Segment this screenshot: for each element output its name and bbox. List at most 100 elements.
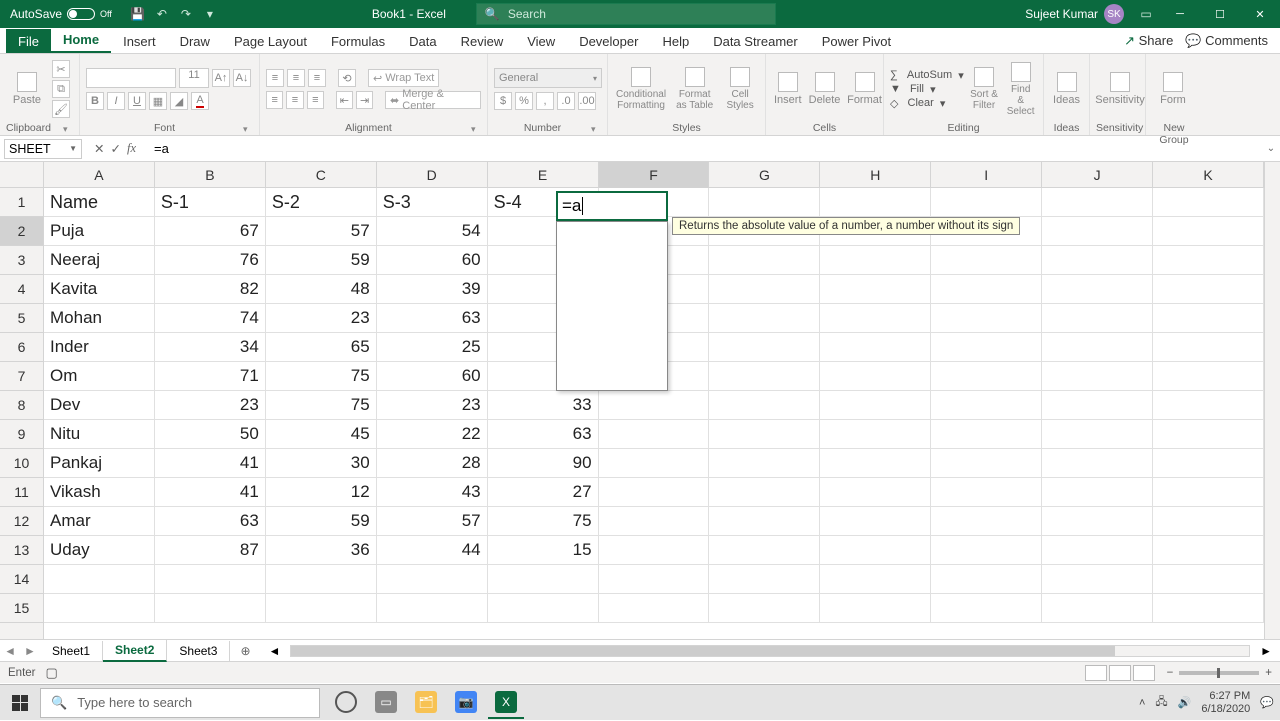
cell-F12[interactable] — [599, 507, 710, 536]
cell-K11[interactable] — [1153, 478, 1264, 507]
cell-K14[interactable] — [1153, 565, 1264, 594]
cell-B6[interactable]: 34 — [155, 333, 266, 362]
row-header-6[interactable]: 6 — [0, 333, 43, 362]
cell-B3[interactable]: 76 — [155, 246, 266, 275]
cell-H1[interactable] — [820, 188, 931, 217]
clipboard-dialog-icon[interactable]: ▾ — [63, 124, 73, 134]
cell-C7[interactable]: 75 — [266, 362, 377, 391]
cell-J13[interactable] — [1042, 536, 1153, 565]
cell-J14[interactable] — [1042, 565, 1153, 594]
cell-J4[interactable] — [1042, 275, 1153, 304]
close-button[interactable]: ✕ — [1240, 0, 1280, 28]
fill-color-icon[interactable]: ◢ — [170, 92, 188, 110]
cell-G10[interactable] — [709, 449, 820, 478]
col-header-B[interactable]: B — [155, 162, 266, 188]
ribbon-display-icon[interactable]: ▭ — [1138, 6, 1154, 22]
cell-D10[interactable]: 28 — [377, 449, 488, 478]
sheet-nav[interactable]: ◄► — [0, 644, 40, 658]
cell-J3[interactable] — [1042, 246, 1153, 275]
font-color-icon[interactable]: A — [191, 92, 209, 110]
cell-F14[interactable] — [599, 565, 710, 594]
row-header-2[interactable]: 2 — [0, 217, 43, 246]
cell-I15[interactable] — [931, 594, 1042, 623]
italic-icon[interactable]: I — [107, 92, 125, 110]
cell-F13[interactable] — [599, 536, 710, 565]
underline-icon[interactable]: U — [128, 92, 146, 110]
cell-G12[interactable] — [709, 507, 820, 536]
cell-H4[interactable] — [820, 275, 931, 304]
cell-I14[interactable] — [931, 565, 1042, 594]
font-name-select[interactable] — [86, 68, 176, 88]
col-header-F[interactable]: F — [599, 162, 710, 188]
cell-I7[interactable] — [931, 362, 1042, 391]
grow-font-icon[interactable]: A↑ — [212, 69, 230, 87]
cell-E12[interactable]: 75 — [488, 507, 599, 536]
cell-K3[interactable] — [1153, 246, 1264, 275]
cell-J2[interactable] — [1042, 217, 1153, 246]
format-painter-icon[interactable]: 🖌 — [52, 100, 70, 118]
cell-A2[interactable]: Puja — [44, 217, 155, 246]
view-normal-icon[interactable] — [1085, 665, 1107, 681]
cell-I4[interactable] — [931, 275, 1042, 304]
tray-chevron-icon[interactable]: ˄ — [1139, 697, 1145, 709]
cell-D1[interactable]: S-3 — [377, 188, 488, 217]
cell-G14[interactable] — [709, 565, 820, 594]
autosum-button[interactable]: ∑ AutoSum ▾ — [890, 69, 964, 82]
tray-sound-icon[interactable]: 🔊 — [1178, 696, 1192, 709]
row-header-8[interactable]: 8 — [0, 391, 43, 420]
row-header-1[interactable]: 1 — [0, 188, 43, 217]
align-left-icon[interactable]: ≡ — [266, 91, 283, 109]
cell-I11[interactable] — [931, 478, 1042, 507]
maximize-button[interactable]: ☐ — [1200, 0, 1240, 28]
cell-C14[interactable] — [266, 565, 377, 594]
bold-icon[interactable]: B — [86, 92, 104, 110]
cell-I13[interactable] — [931, 536, 1042, 565]
view-page-icon[interactable] — [1109, 665, 1131, 681]
macro-record-icon[interactable]: ▢ — [46, 665, 58, 681]
alignment-dialog-icon[interactable]: ▾ — [471, 124, 481, 134]
cell-G3[interactable] — [709, 246, 820, 275]
tab-formulas[interactable]: Formulas — [319, 29, 397, 53]
cell-F11[interactable] — [599, 478, 710, 507]
format-as-table-button[interactable]: Format as Table — [672, 65, 717, 113]
cell-H13[interactable] — [820, 536, 931, 565]
notifications-icon[interactable]: 💬 — [1260, 696, 1274, 709]
tab-data-streamer[interactable]: Data Streamer — [701, 29, 810, 53]
row-header-15[interactable]: 15 — [0, 594, 43, 623]
insert-cells-button[interactable]: Insert — [772, 70, 804, 108]
orientation-icon[interactable]: ⟲ — [338, 69, 356, 87]
align-middle-icon[interactable]: ≡ — [287, 69, 305, 87]
scroll-left-icon[interactable]: ◄ — [269, 644, 281, 658]
tab-page-layout[interactable]: Page Layout — [222, 29, 319, 53]
cell-C15[interactable] — [266, 594, 377, 623]
form-button[interactable]: Form — [1152, 70, 1194, 108]
cell-B12[interactable]: 63 — [155, 507, 266, 536]
currency-icon[interactable]: $ — [494, 92, 512, 110]
cell-B14[interactable] — [155, 565, 266, 594]
cell-J11[interactable] — [1042, 478, 1153, 507]
fx-icon[interactable]: fx — [127, 141, 142, 156]
cell-A4[interactable]: Kavita — [44, 275, 155, 304]
cell-I5[interactable] — [931, 304, 1042, 333]
cell-B10[interactable]: 41 — [155, 449, 266, 478]
cell-K15[interactable] — [1153, 594, 1264, 623]
percent-icon[interactable]: % — [515, 92, 533, 110]
cell-J8[interactable] — [1042, 391, 1153, 420]
cell-B8[interactable]: 23 — [155, 391, 266, 420]
cell-A15[interactable] — [44, 594, 155, 623]
cell-H8[interactable] — [820, 391, 931, 420]
taskbar-clock[interactable]: 6:27 PM6/18/2020 — [1201, 690, 1250, 714]
cell-I6[interactable] — [931, 333, 1042, 362]
cell-G11[interactable] — [709, 478, 820, 507]
scroll-right-icon[interactable]: ► — [1260, 644, 1272, 658]
cell-H10[interactable] — [820, 449, 931, 478]
indent-dec-icon[interactable]: ⇤ — [336, 91, 353, 109]
delete-cells-button[interactable]: Delete — [808, 70, 842, 108]
cell-D13[interactable]: 44 — [377, 536, 488, 565]
cell-A7[interactable]: Om — [44, 362, 155, 391]
tab-insert[interactable]: Insert — [111, 29, 168, 53]
sheet-tab-1[interactable]: Sheet1 — [40, 641, 103, 661]
align-center-icon[interactable]: ≡ — [286, 91, 303, 109]
cell-F9[interactable] — [599, 420, 710, 449]
row-header-5[interactable]: 5 — [0, 304, 43, 333]
